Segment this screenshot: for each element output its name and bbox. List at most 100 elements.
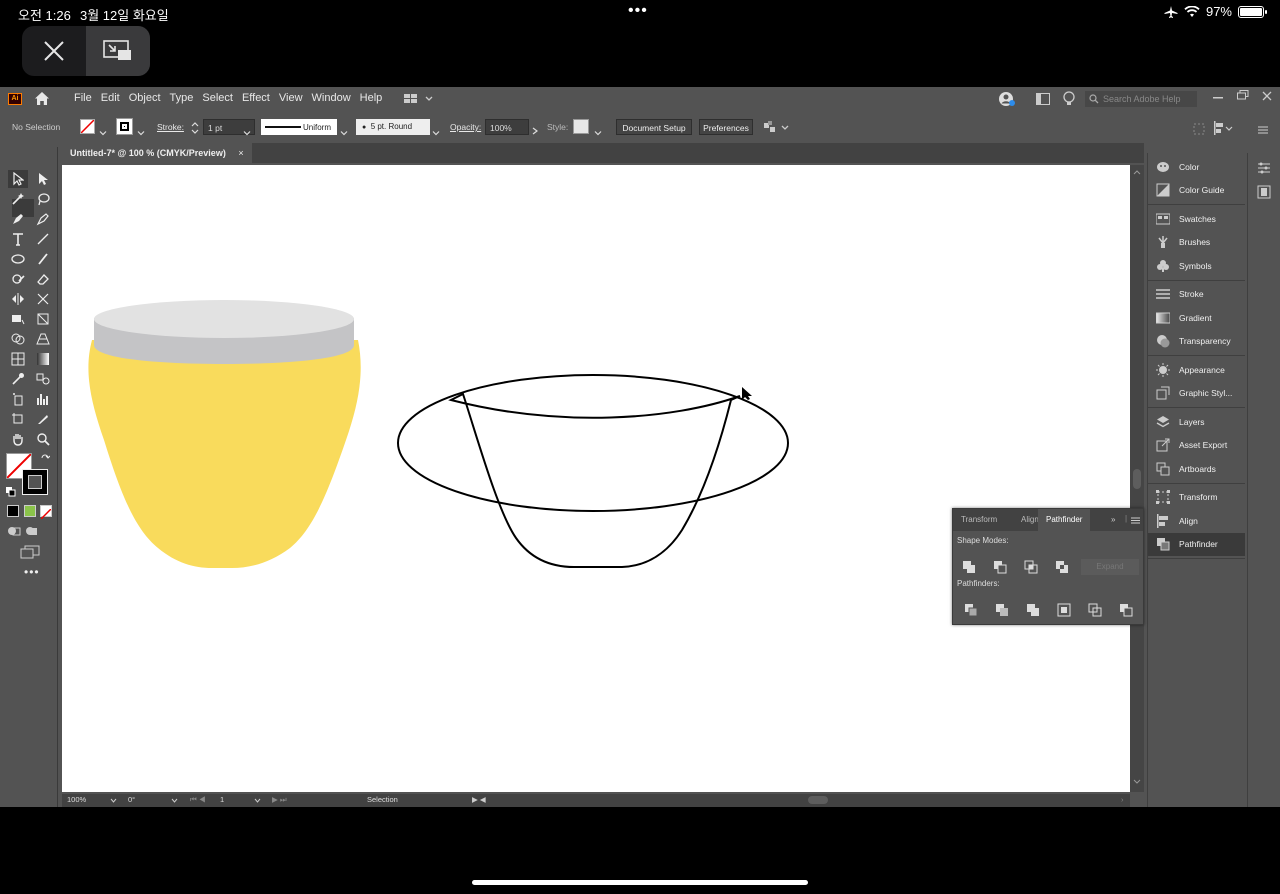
zoom-level[interactable]: 100% — [67, 795, 86, 804]
menu-effect[interactable]: Effect — [242, 92, 277, 104]
none-mode-button[interactable] — [40, 505, 52, 520]
dock-align[interactable]: Align — [1148, 509, 1245, 533]
perspective-grid-tool[interactable] — [33, 310, 53, 328]
magic-wand-tool[interactable] — [8, 190, 28, 208]
opacity-field[interactable]: 100% — [485, 119, 529, 135]
libraries-icon[interactable] — [1257, 185, 1271, 199]
search-help-input[interactable]: Search Adobe Help — [1085, 91, 1197, 107]
properties-icon[interactable] — [1257, 161, 1271, 175]
arrange-icon[interactable] — [764, 120, 790, 136]
brush-dropdown-icon[interactable] — [432, 125, 440, 141]
dock-swatches[interactable]: Swatches — [1148, 207, 1245, 231]
direct-selection-tool[interactable] — [33, 170, 53, 188]
zoom-dropdown-icon[interactable] — [110, 798, 117, 803]
draw-mode-icon[interactable] — [7, 525, 21, 537]
stroke-stepper-icon[interactable] — [191, 120, 199, 136]
dock-layers[interactable]: Layers — [1148, 410, 1245, 434]
width-tool[interactable] — [33, 290, 53, 308]
ellipse-tool[interactable] — [8, 250, 28, 268]
unite-button[interactable] — [960, 559, 978, 575]
artboard-nav-first-icon[interactable]: ⏮ ◀ — [190, 795, 206, 805]
restore-icon[interactable] — [1237, 90, 1249, 100]
graphic-style-swatch[interactable] — [573, 119, 589, 134]
close-document-icon[interactable]: × — [238, 148, 243, 158]
paintbrush-tool[interactable] — [33, 250, 53, 268]
profile-dropdown-icon[interactable] — [340, 125, 348, 141]
shaper-tool[interactable] — [8, 270, 28, 288]
horizontal-scroll-thumb[interactable] — [808, 796, 828, 804]
menu-select[interactable]: Select — [202, 92, 240, 104]
scroll-down-icon[interactable] — [1133, 779, 1141, 785]
workspace-switcher-icon[interactable] — [404, 92, 434, 106]
brush-definition[interactable]: ● 5 pt. Round — [356, 119, 430, 135]
menu-object[interactable]: Object — [129, 92, 168, 104]
menu-edit[interactable]: Edit — [101, 92, 127, 104]
status-menu-icon[interactable]: ▶ ◀ — [472, 795, 486, 804]
style-dropdown-icon[interactable] — [594, 125, 602, 141]
screen-mode-icon[interactable] — [20, 545, 40, 559]
scroll-right-icon[interactable]: › — [1121, 795, 1124, 804]
resize-window-button[interactable] — [86, 26, 150, 76]
fill-swatch[interactable] — [80, 119, 95, 134]
shape-builder-tool[interactable] — [8, 330, 28, 348]
menu-file[interactable]: File — [74, 92, 99, 104]
menu-window[interactable]: Window — [312, 92, 358, 104]
stroke-color-box[interactable] — [22, 469, 48, 495]
hand-tool[interactable] — [8, 430, 28, 448]
document-setup-button[interactable]: Document Setup — [616, 119, 692, 135]
divide-button[interactable] — [962, 602, 980, 618]
close-app-icon[interactable] — [1262, 91, 1272, 101]
vertical-scroll-thumb[interactable] — [1133, 469, 1141, 489]
column-graph-tool[interactable] — [33, 390, 53, 408]
blend-tool[interactable] — [33, 370, 53, 388]
artboard-nav-last-icon[interactable]: ▶ ⏭ — [272, 795, 287, 805]
pen-tool[interactable] — [8, 210, 28, 228]
intersect-button[interactable] — [1022, 559, 1040, 575]
free-transform-tool[interactable] — [8, 310, 28, 328]
rotate-dropdown-icon[interactable] — [171, 798, 178, 803]
line-segment-tool[interactable] — [33, 230, 53, 248]
default-colors-icon[interactable] — [6, 487, 16, 497]
type-tool[interactable] — [8, 230, 28, 248]
minimize-icon[interactable] — [1213, 97, 1223, 99]
menu-view[interactable]: View — [279, 92, 310, 104]
perspective-tool[interactable] — [33, 330, 53, 348]
edit-toolbar-icon[interactable]: ••• — [24, 565, 40, 579]
dock-gradient[interactable]: Gradient — [1148, 306, 1245, 330]
minus-front-button[interactable] — [991, 559, 1009, 575]
dock-asset-export[interactable]: Asset Export — [1148, 434, 1245, 458]
dock-color-guide[interactable]: Color Guide — [1148, 179, 1245, 203]
stroke-swatch[interactable] — [116, 118, 133, 135]
exclude-button[interactable] — [1053, 559, 1071, 575]
artboard-number[interactable]: 1 — [220, 795, 224, 804]
dock-transparency[interactable]: Transparency — [1148, 330, 1245, 354]
align-panel-icon[interactable] — [1213, 120, 1233, 136]
multitasking-dots-icon[interactable]: ••• — [628, 2, 648, 20]
arrange-documents-icon[interactable] — [1036, 93, 1050, 105]
dock-pathfinder[interactable]: Pathfinder — [1148, 532, 1245, 556]
swap-fill-stroke-icon[interactable] — [40, 453, 50, 463]
selection-tool[interactable] — [8, 170, 28, 188]
transform-panel-icon[interactable] — [1193, 121, 1205, 137]
color-mode-button[interactable] — [7, 505, 19, 517]
dock-transform[interactable]: Transform — [1148, 486, 1245, 510]
minus-back-button[interactable] — [1117, 602, 1135, 618]
scroll-up-icon[interactable] — [1133, 169, 1141, 175]
opacity-label[interactable]: Opacity: — [450, 119, 481, 135]
artboard-dropdown-icon[interactable] — [254, 798, 261, 803]
home-indicator[interactable] — [472, 880, 808, 885]
zoom-tool[interactable] — [33, 430, 53, 448]
eyedropper-tool[interactable] — [8, 370, 28, 388]
dock-artboards[interactable]: Artboards — [1148, 457, 1245, 481]
artboard-tool[interactable] — [8, 410, 28, 428]
merge-button[interactable] — [1024, 602, 1042, 618]
artboard-canvas[interactable] — [62, 165, 1130, 792]
eraser-tool[interactable] — [33, 270, 53, 288]
dock-brushes[interactable]: Brushes — [1148, 231, 1245, 255]
fill-dropdown-icon[interactable] — [99, 125, 107, 141]
dock-stroke[interactable]: Stroke — [1148, 283, 1245, 307]
discover-lightbulb-icon[interactable] — [1062, 91, 1076, 107]
tab-pathfinder[interactable]: Pathfinder — [1038, 509, 1091, 531]
home-icon[interactable] — [34, 91, 50, 106]
control-bar-menu-icon[interactable] — [1258, 122, 1268, 138]
